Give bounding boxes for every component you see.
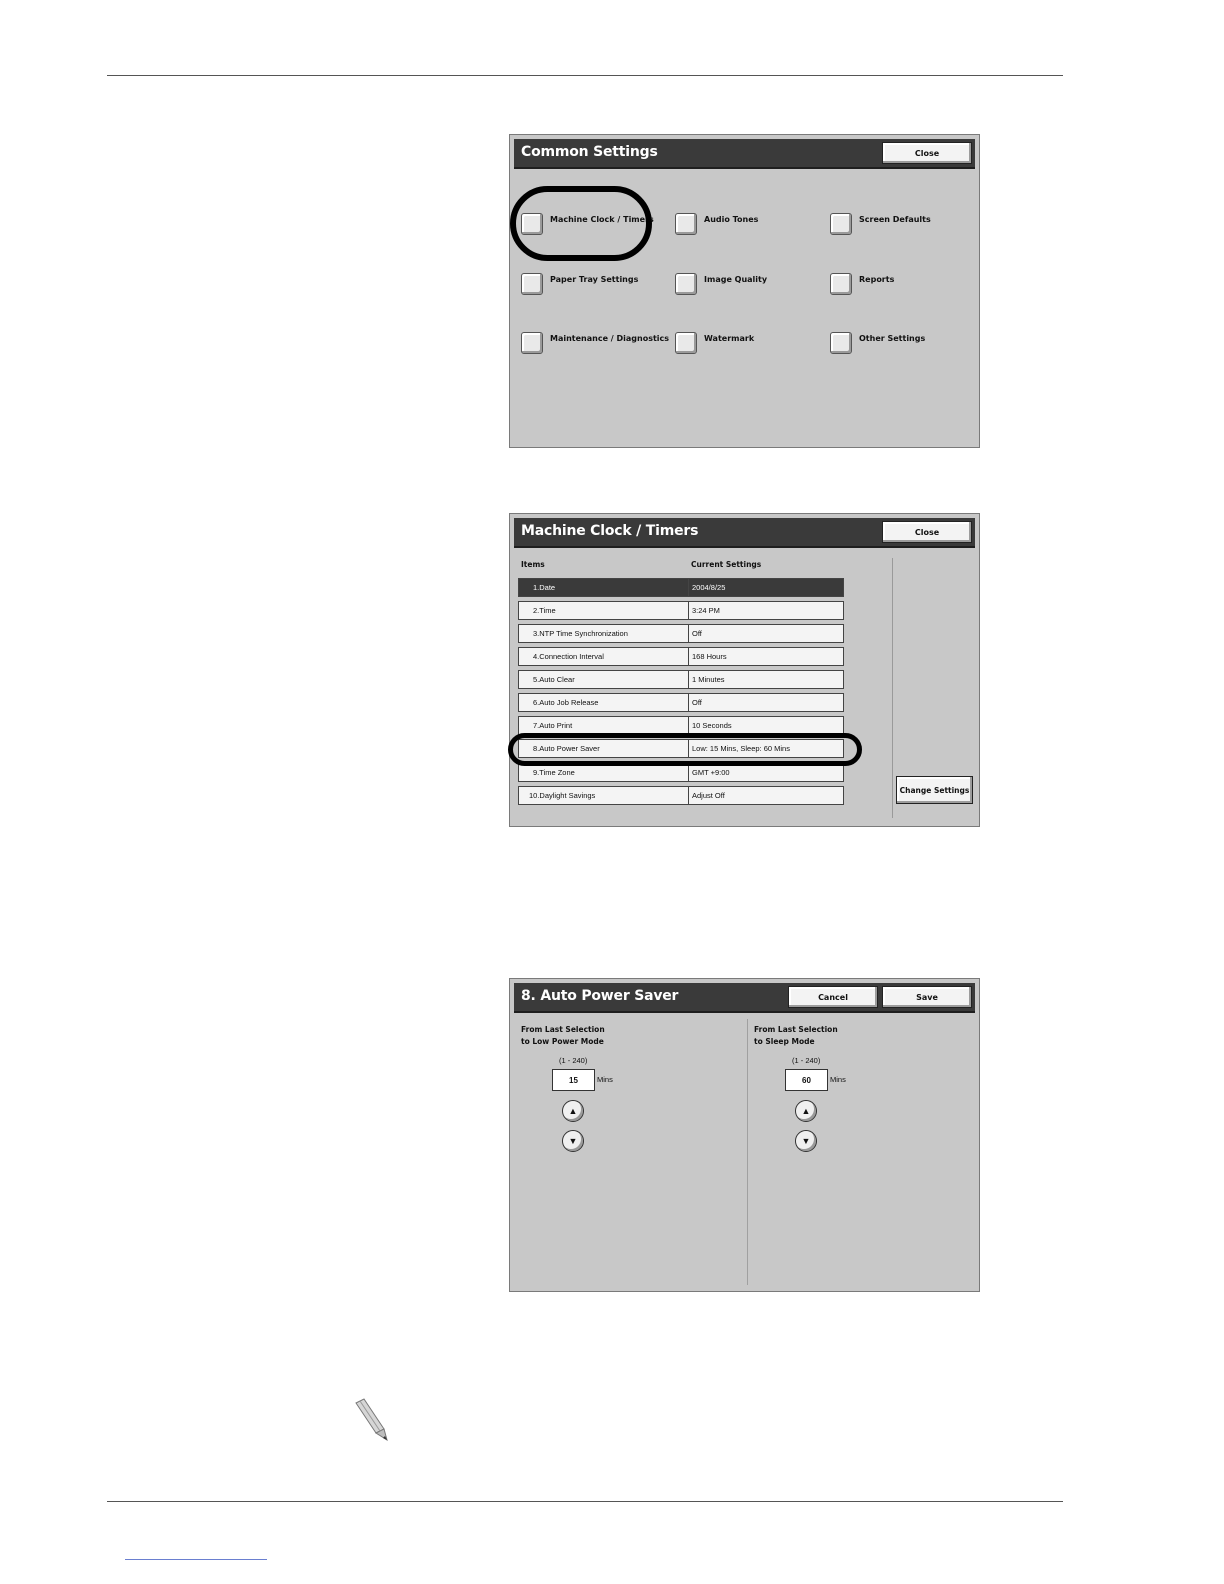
row-item: 2.Time [518,601,689,620]
screen-defaults-button[interactable]: Screen Defaults [830,213,931,235]
table-row[interactable]: 3.NTP Time Synchronization Off [518,624,844,643]
bottom-rule [107,1501,1063,1502]
pencil-note-icon [355,1398,388,1442]
triangle-up-icon: ▲ [568,1106,578,1116]
row-value: 3:24 PM [689,601,844,620]
sleep-mode-minutes-field[interactable]: 60 [785,1069,828,1091]
reports-button[interactable]: Reports [830,273,894,295]
clock-timers-header: Machine Clock / Timers Close [514,518,975,548]
table-row[interactable]: 4.Connection Interval 168 Hours [518,647,844,666]
item-label: Machine Clock / Timers [550,215,654,224]
row-item: 8.Auto Power Saver [518,739,689,758]
side-divider [892,558,893,818]
row-value: Off [689,693,844,712]
triangle-down-icon: ▼ [568,1136,578,1146]
cancel-button[interactable]: Cancel [788,986,878,1008]
panel-title: 8. Auto Power Saver [521,988,679,1004]
item-label: Maintenance / Diagnostics [550,334,670,343]
machine-clock-timers-panel: Machine Clock / Timers Close Items Curre… [508,513,980,827]
row-value: 168 Hours [689,647,844,666]
triangle-up-icon: ▲ [801,1106,811,1116]
table-row[interactable]: 2.Time 3:24 PM [518,601,844,620]
item-label: Screen Defaults [859,215,931,224]
checkbox[interactable] [521,332,543,354]
common-settings-panel: Common Settings Close Machine Clock / Ti… [509,134,980,448]
sleep-mode-up-button[interactable]: ▲ [795,1100,817,1122]
label-line: From Last Selection [754,1025,838,1034]
paper-tray-settings-button[interactable]: Paper Tray Settings [521,273,638,295]
power-saver-header: 8. Auto Power Saver Cancel Save [514,983,975,1013]
row-item: 9.Time Zone [518,763,689,782]
label-line: to Sleep Mode [754,1037,815,1046]
items-column-header: Items [521,560,545,569]
low-power-down-button[interactable]: ▼ [562,1130,584,1152]
row-value: 10 Seconds [689,716,844,735]
panel-title: Common Settings [521,144,658,160]
low-power-up-button[interactable]: ▲ [562,1100,584,1122]
save-button[interactable]: Save [882,986,972,1008]
table-row[interactable]: 9.Time Zone GMT +9:00 [518,763,844,782]
table-row[interactable]: 6.Auto Job Release Off [518,693,844,712]
row-value: 1 Minutes [689,670,844,689]
table-row[interactable]: 7.Auto Print 10 Seconds [518,716,844,735]
table-row[interactable]: 1.Date 2004/8/25 [518,578,844,597]
label-line: From Last Selection [521,1025,605,1034]
sleep-mode-label: From Last Selection to Sleep Mode [754,1024,838,1048]
checkbox[interactable] [675,213,697,235]
maintenance-diagnostics-button[interactable]: Maintenance / Diagnostics [521,332,669,354]
checkbox[interactable] [830,273,852,295]
checkbox[interactable] [830,213,852,235]
audio-tones-button[interactable]: Audio Tones [675,213,758,235]
row-item: 6.Auto Job Release [518,693,689,712]
triangle-down-icon: ▼ [801,1136,811,1146]
sleep-mode-range: (1 - 240) [792,1056,821,1065]
table-row[interactable]: 10.Daylight Savings Adjust Off [518,786,844,805]
panel-title: Machine Clock / Timers [521,523,699,539]
item-label: Audio Tones [704,215,759,224]
other-settings-button[interactable]: Other Settings [830,332,925,354]
change-settings-button[interactable]: Change Settings [896,776,973,804]
current-settings-column-header: Current Settings [691,560,762,569]
table-row[interactable]: 5.Auto Clear 1 Minutes [518,670,844,689]
label-line: to Low Power Mode [521,1037,604,1046]
row-item: 10.Daylight Savings [518,786,689,805]
checkbox[interactable] [521,273,543,295]
row-item: 7.Auto Print [518,716,689,735]
row-value: Off [689,624,844,643]
checkbox[interactable] [521,213,543,235]
low-power-minutes-field[interactable]: 15 [552,1069,595,1091]
table-row[interactable]: 8.Auto Power Saver Low: 15 Mins, Sleep: … [518,739,844,758]
row-item: 4.Connection Interval [518,647,689,666]
low-power-label: From Last Selection to Low Power Mode [521,1024,605,1048]
close-button[interactable]: Close [882,521,972,543]
machine-clock-timers-button[interactable]: Machine Clock / Timers [521,213,654,235]
item-label: Image Quality [704,275,768,284]
row-value: Low: 15 Mins, Sleep: 60 Mins [689,739,844,758]
footer-link-underline [125,1559,267,1560]
column-divider [747,1019,748,1285]
sleep-mode-down-button[interactable]: ▼ [795,1130,817,1152]
checkbox[interactable] [675,273,697,295]
sleep-mode-unit: Mins [830,1075,846,1084]
image-quality-button[interactable]: Image Quality [675,273,767,295]
auto-power-saver-panel: 8. Auto Power Saver Cancel Save From Las… [509,978,980,1292]
top-rule [107,75,1063,76]
low-power-unit: Mins [597,1075,613,1084]
row-value: 2004/8/25 [689,578,844,597]
item-label: Watermark [704,334,755,343]
row-value: Adjust Off [689,786,844,805]
low-power-range: (1 - 240) [559,1056,588,1065]
row-value: GMT +9:00 [689,763,844,782]
checkbox[interactable] [830,332,852,354]
item-label: Reports [859,275,895,284]
checkbox[interactable] [675,332,697,354]
close-button[interactable]: Close [882,142,972,164]
common-settings-header: Common Settings Close [514,139,975,169]
watermark-button[interactable]: Watermark [675,332,754,354]
item-label: Other Settings [859,334,926,343]
row-item: 3.NTP Time Synchronization [518,624,689,643]
row-item: 1.Date [518,578,689,597]
item-label: Paper Tray Settings [550,275,639,284]
row-item: 5.Auto Clear [518,670,689,689]
